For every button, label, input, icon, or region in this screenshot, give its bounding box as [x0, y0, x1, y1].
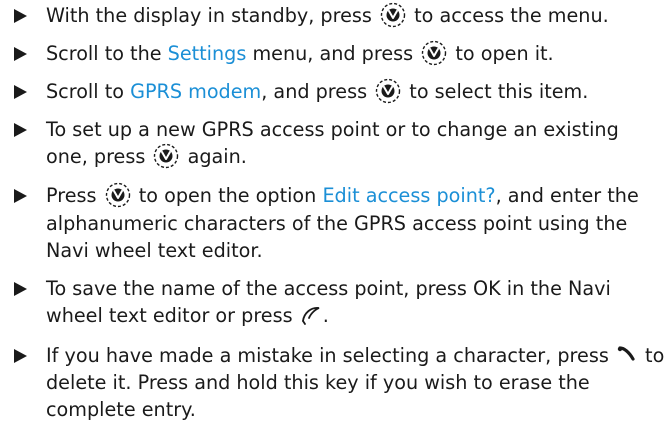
edit-access-point-term: Edit access point? — [322, 184, 496, 207]
navi-wheel-icon — [103, 182, 133, 208]
step-5: Press to open the option Edit access poi… — [0, 182, 665, 264]
clear-key-icon — [299, 304, 323, 326]
step-2-text: Scroll to the — [46, 42, 162, 65]
step-3-text: Scroll to — [46, 80, 124, 103]
bullet-arrow-icon — [14, 349, 27, 363]
step-4-text-end: again. — [187, 145, 247, 168]
navi-wheel-icon — [151, 143, 181, 169]
bullet-arrow-icon — [14, 9, 27, 23]
step-6: To save the name of the access point, pr… — [0, 275, 665, 329]
bullet-arrow-icon — [14, 189, 27, 203]
step-6-text-end: . — [322, 304, 329, 327]
bullet-arrow-icon — [14, 47, 27, 61]
navi-wheel-icon — [378, 2, 408, 28]
step-3-text-mid: , and press — [261, 80, 368, 103]
step-7-text: If you have made a mistake in selecting … — [46, 344, 609, 367]
navi-wheel-icon — [373, 78, 403, 104]
step-1-text-end: to access the menu. — [414, 4, 609, 27]
bullet-arrow-icon — [14, 282, 27, 296]
step-3-text-end: to select this item. — [409, 80, 589, 103]
gprs-modem-term: GPRS modem — [130, 80, 262, 103]
step-2-text-end: to open it. — [455, 42, 554, 65]
step-5-text: Press — [46, 184, 97, 207]
end-call-icon — [615, 344, 639, 366]
step-5-text-mid: to open the option — [138, 184, 317, 207]
bullet-arrow-icon — [14, 123, 27, 137]
step-4: To set up a new GPRS access point or to … — [0, 116, 665, 171]
settings-menu-term: Settings — [167, 42, 247, 65]
step-7: If you have made a mistake in selecting … — [0, 342, 665, 423]
step-2: Scroll to the Settings menu, and press t… — [0, 40, 665, 68]
step-1-text: With the display in standby, press — [46, 4, 372, 27]
step-3: Scroll to GPRS modem, and press to selec… — [0, 78, 665, 106]
bullet-arrow-icon — [14, 85, 27, 99]
step-1: With the display in standby, press to ac… — [0, 2, 665, 30]
step-4-text: To set up a new GPRS access point or to … — [46, 118, 619, 168]
navi-wheel-icon — [419, 40, 449, 66]
step-2-text-mid: menu, and press — [252, 42, 414, 65]
instruction-page: With the display in standby, press to ac… — [0, 0, 665, 432]
